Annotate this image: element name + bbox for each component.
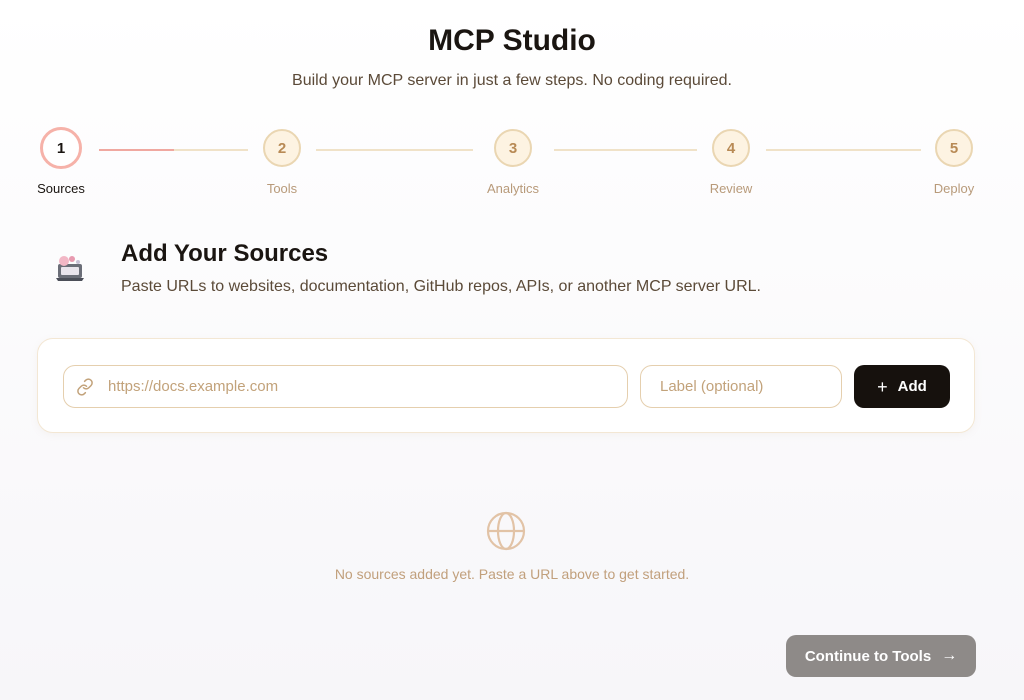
empty-state-message: No sources added yet. Paste a URL above … <box>334 566 690 582</box>
step-label: Tools <box>266 181 298 196</box>
label-field[interactable] <box>640 365 842 408</box>
step-number: 4 <box>712 129 750 167</box>
arrow-right-icon: → <box>941 647 958 664</box>
step-label: Deploy <box>933 181 975 196</box>
continue-to-tools-button[interactable]: Continue to Tools → <box>786 635 976 677</box>
url-input[interactable] <box>106 377 627 396</box>
stepper-connector <box>316 149 473 151</box>
step-label: Review <box>709 181 753 196</box>
step-label: Sources <box>37 181 85 196</box>
continue-button-label: Continue to Tools <box>804 647 932 665</box>
stepper: 1 Sources 2 Tools 3 Analytics 4 Review 5… <box>0 0 1024 200</box>
step-number: 2 <box>263 129 301 167</box>
stepper-progress <box>99 149 174 151</box>
section-description: Paste URLs to websites, documentation, G… <box>121 278 761 295</box>
step-number: 1 <box>40 127 82 169</box>
add-source-card: + Add <box>37 338 975 433</box>
section-title: Add Your Sources <box>121 240 329 267</box>
step-review[interactable]: 4 Review <box>691 129 771 196</box>
stepper-connector <box>554 149 697 151</box>
step-sources[interactable]: 1 Sources <box>21 127 101 196</box>
add-button-label: Add <box>897 378 927 395</box>
stepper-connector <box>99 149 248 151</box>
label-input[interactable] <box>658 377 841 396</box>
step-number: 3 <box>494 129 532 167</box>
sources-illustration-icon <box>52 252 88 284</box>
step-analytics[interactable]: 3 Analytics <box>473 129 553 196</box>
link-icon <box>76 377 94 396</box>
step-label: Analytics <box>486 181 540 196</box>
url-field[interactable] <box>63 365 628 408</box>
add-source-button[interactable]: + Add <box>854 365 950 408</box>
globe-icon <box>486 511 526 551</box>
step-deploy[interactable]: 5 Deploy <box>914 129 994 196</box>
stepper-connector <box>766 149 921 151</box>
step-tools[interactable]: 2 Tools <box>242 129 322 196</box>
plus-icon: + <box>877 376 888 397</box>
step-number: 5 <box>935 129 973 167</box>
